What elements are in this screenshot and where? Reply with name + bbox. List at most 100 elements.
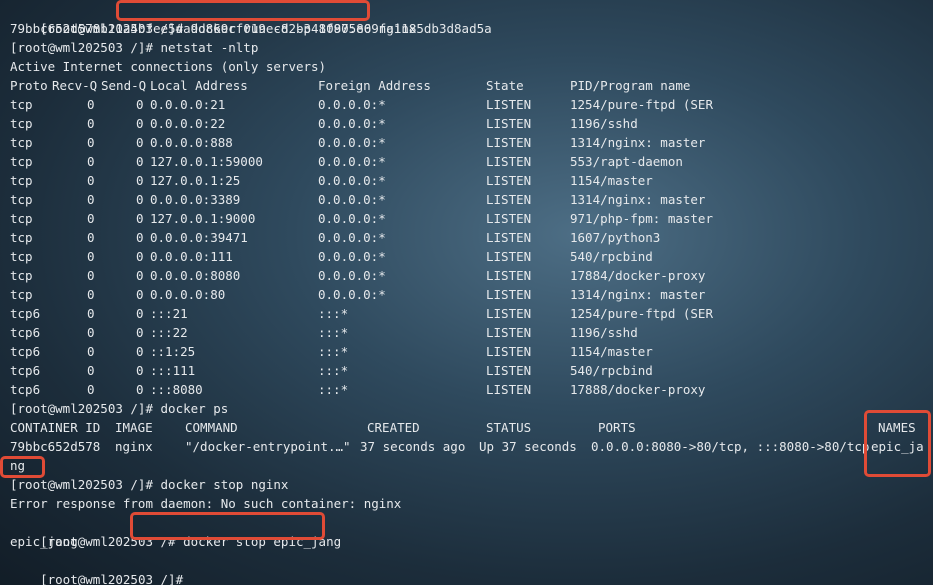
netstat-row: tcp 0 0 0.0.0.0:21 0.0.0.0:* LISTEN 1254/pure-… [10, 95, 910, 114]
netstat-cell-recv-q: 0 [87, 382, 95, 397]
ps-command: "/docker-entrypoint.…" [185, 439, 351, 454]
command-line-netstat: [root@wml202503 /]# netstat -nltp [10, 40, 259, 55]
netstat-cell-proto: tcp [10, 192, 33, 207]
netstat-cell-local-address: :::21 [150, 306, 188, 321]
netstat-cell-foreign-address: :::* [318, 344, 349, 359]
ps-header-status: STATUS [486, 420, 532, 435]
terminal-window[interactable]: [root@wml202503 /]# docker run -d -p 808… [0, 0, 933, 585]
netstat-cell-local-address: :::22 [150, 325, 188, 340]
netstat-cell-recv-q: 0 [87, 268, 95, 283]
netstat-row: tcp 0 0 127.0.0.1:9000 0.0.0.0:* LISTEN 971/ph… [10, 209, 910, 228]
netstat-cell-local-address: 0.0.0.0:3389 [150, 192, 241, 207]
netstat-row: tcp6 0 0::1:25:::* LISTEN 1154/master [10, 342, 910, 361]
netstat-cell-local-address: 0.0.0.0:80 [150, 287, 226, 302]
netstat-cell-state: LISTEN [486, 344, 532, 359]
netstat-cell-local-address: 0.0.0.0:888 [150, 135, 233, 150]
netstat-cell-recv-q: 0 [87, 249, 95, 264]
ps-status: Up 37 seconds [479, 439, 577, 454]
ps-header-image: IMAGE [115, 420, 153, 435]
netstat-cell-state: LISTEN [486, 154, 532, 169]
ps-container-id: 79bbc652d578 [10, 439, 101, 454]
netstat-cell-state: LISTEN [486, 325, 532, 340]
netstat-cell-foreign-address: 0.0.0.0:* [318, 192, 386, 207]
netstat-row: tcp 0 0 0.0.0.0:3389 0.0.0.0:* LISTEN 1314/ngi… [10, 190, 910, 209]
netstat-cell-pid-program: 540/rpcbind [570, 249, 653, 264]
netstat-cell-foreign-address: :::* [318, 363, 349, 378]
netstat-cell-recv-q: 0 [87, 192, 95, 207]
ps-ports: 0.0.0.0:8080->80/tcp, :::8080->80/tcp [591, 439, 870, 454]
netstat-cell-foreign-address: 0.0.0.0:* [318, 230, 386, 245]
netstat-cell-foreign-address: 0.0.0.0:* [318, 173, 386, 188]
netstat-cell-state: LISTEN [486, 116, 532, 131]
netstat-cell-pid-program: 1196/sshd [570, 325, 638, 340]
netstat-cell-proto: tcp [10, 116, 33, 131]
netstat-cell-proto: tcp [10, 268, 33, 283]
netstat-cell-pid-program: 1154/master [570, 173, 653, 188]
netstat-cell-pid-program: 1314/nginx: master [570, 135, 706, 150]
netstat-cell-send-q: 0 [136, 287, 144, 302]
netstat-cell-state: LISTEN [486, 306, 532, 321]
netstat-cell-state: LISTEN [486, 135, 532, 150]
netstat-cell-send-q: 0 [136, 325, 144, 340]
netstat-cell-send-q: 0 [136, 382, 144, 397]
final-prompt-line[interactable]: [root@wml202503 /]# [10, 551, 190, 585]
netstat-cell-proto: tcp6 [10, 325, 41, 340]
netstat-row: tcp6 0 0:::22:::* LISTEN 1196/sshd [10, 323, 910, 342]
netstat-cell-foreign-address: :::* [318, 306, 349, 321]
netstat-cell-recv-q: 0 [87, 154, 95, 169]
netstat-cell-foreign-address: 0.0.0.0:* [318, 97, 386, 112]
netstat-cell-proto: tcp6 [10, 306, 41, 321]
netstat-cell-state: LISTEN [486, 249, 532, 264]
netstat-cell-send-q: 0 [136, 249, 144, 264]
netstat-row: tcp 0 0 127.0.0.1:25 0.0.0.0:* LISTEN 1154/mas… [10, 171, 910, 190]
netstat-cell-send-q: 0 [136, 211, 144, 226]
netstat-cell-pid-program: 1254/pure-ftpd (SER [570, 97, 713, 112]
error-response-line: Error response from daemon: No such cont… [10, 496, 402, 511]
netstat-cell-state: LISTEN [486, 173, 532, 188]
ps-header-command: COMMAND [185, 420, 238, 435]
netstat-cell-foreign-address: 0.0.0.0:* [318, 135, 386, 150]
netstat-cell-pid-program: 1254/pure-ftpd (SER [570, 306, 713, 321]
netstat-row: tcp 0 0 0.0.0.0:8080 0.0.0.0:* LISTEN 17884/do… [10, 266, 910, 285]
netstat-cell-proto: tcp [10, 173, 33, 188]
netstat-cell-recv-q: 0 [87, 135, 95, 150]
netstat-cell-pid-program: 540/rpcbind [570, 363, 653, 378]
netstat-cell-state: LISTEN [486, 211, 532, 226]
netstat-cell-send-q: 0 [136, 116, 144, 131]
netstat-cell-recv-q: 0 [87, 325, 95, 340]
netstat-cell-pid-program: 553/rapt-daemon [570, 154, 683, 169]
netstat-cell-local-address: :::8080 [150, 382, 203, 397]
netstat-cell-pid-program: 1196/sshd [570, 116, 638, 131]
netstat-cell-proto: tcp [10, 135, 33, 150]
netstat-cell-local-address: 0.0.0.0:39471 [150, 230, 248, 245]
netstat-cell-foreign-address: :::* [318, 325, 349, 340]
netstat-cell-recv-q: 0 [87, 287, 95, 302]
netstat-header-row: Proto Recv-Q Send-Q Local Address Foreig… [10, 76, 910, 95]
header-local-address: Local Address [150, 78, 248, 93]
netstat-cell-recv-q: 0 [87, 230, 95, 245]
netstat-cell-recv-q: 0 [87, 97, 95, 112]
netstat-cell-state: LISTEN [486, 382, 532, 397]
netstat-row: tcp 0 0 0.0.0.0:111 0.0.0.0:* LISTEN 540/rpcbi… [10, 247, 910, 266]
netstat-cell-pid-program: 1314/nginx: master [570, 287, 706, 302]
header-proto: Proto [10, 78, 48, 93]
ps-image: nginx [115, 439, 153, 454]
netstat-cell-state: LISTEN [486, 287, 532, 302]
header-foreign-address: Foreign Address [318, 78, 431, 93]
netstat-row: tcp 0 0 0.0.0.0:22 0.0.0.0:* LISTEN 1196/sshd [10, 114, 910, 133]
netstat-row: tcp6 0 0:::21:::* LISTEN 1254/pure-ftpd (SER [10, 304, 910, 323]
netstat-cell-proto: tcp [10, 211, 33, 226]
ps-header-container-id: CONTAINER ID [10, 420, 101, 435]
netstat-cell-state: LISTEN [486, 268, 532, 283]
netstat-row: tcp 0 0 127.0.0.1:59000 0.0.0.0:* LISTEN 553/r… [10, 152, 910, 171]
netstat-cell-state: LISTEN [486, 97, 532, 112]
netstat-cell-local-address: 127.0.0.1:9000 [150, 211, 256, 226]
command-line-docker-stop-nginx: [root@wml202503 /]# docker stop nginx [10, 477, 289, 492]
netstat-row: tcp 0 0 0.0.0.0:80 0.0.0.0:* LISTEN 1314/nginx… [10, 285, 910, 304]
netstat-cell-foreign-address: 0.0.0.0:* [318, 154, 386, 169]
highlight-box-names [864, 410, 931, 477]
netstat-cell-foreign-address: 0.0.0.0:* [318, 249, 386, 264]
netstat-cell-local-address: 127.0.0.1:25 [150, 173, 241, 188]
ps-created: 37 seconds ago [360, 439, 466, 454]
netstat-cell-recv-q: 0 [87, 363, 95, 378]
